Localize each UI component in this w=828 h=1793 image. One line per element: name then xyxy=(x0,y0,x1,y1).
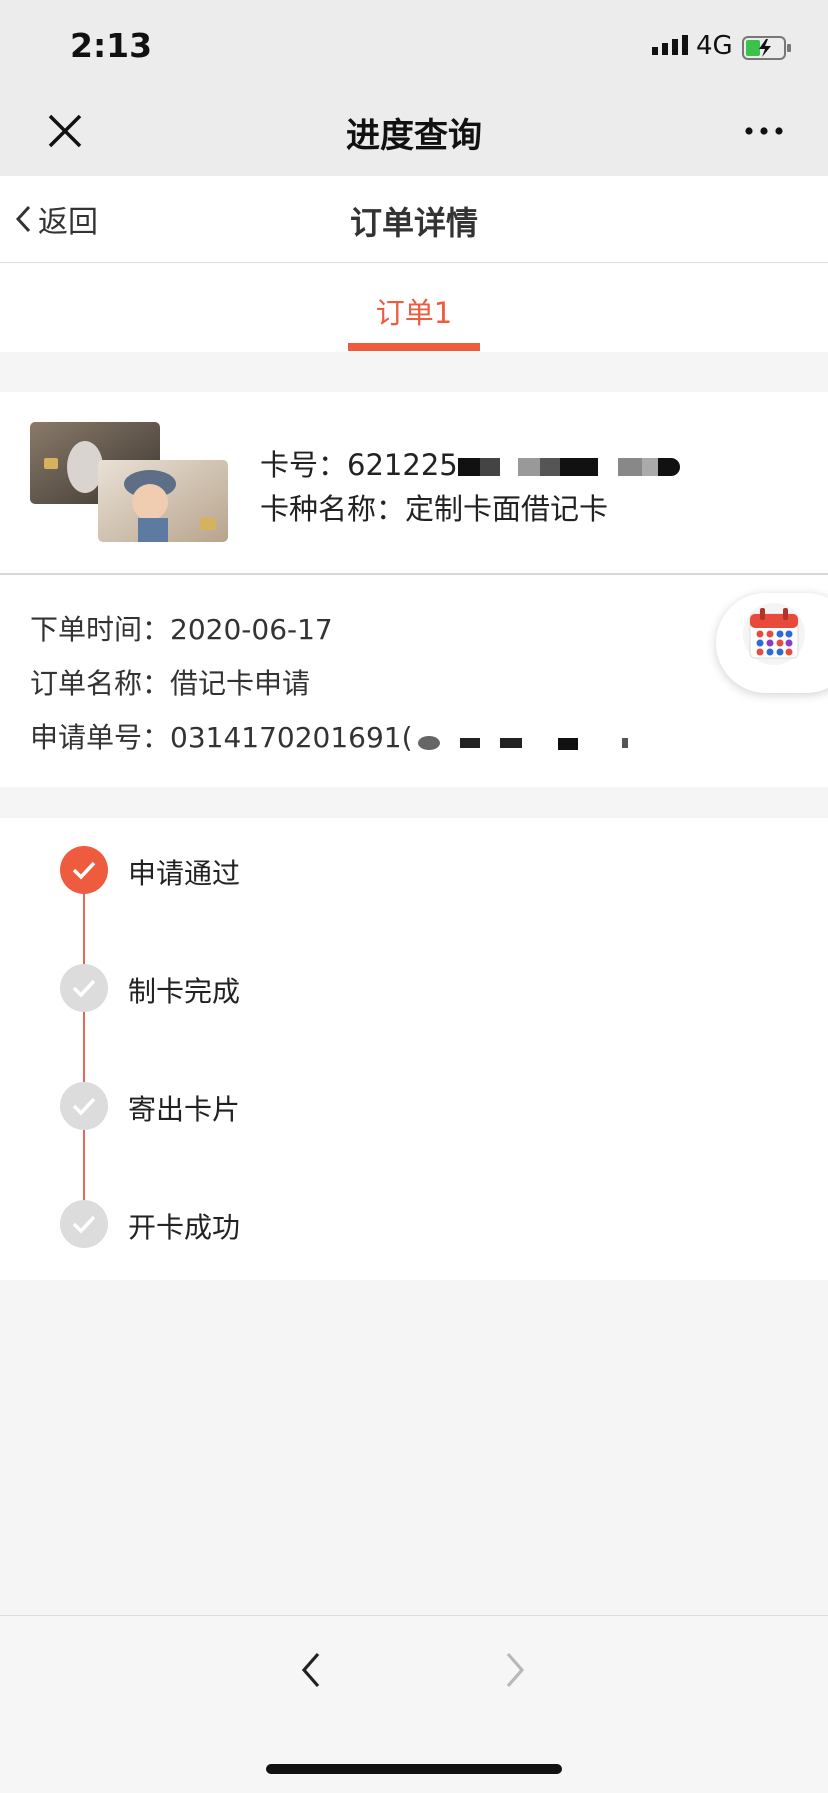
network-type: 4G xyxy=(696,31,733,61)
tab-active-indicator xyxy=(348,343,480,351)
status-time: 2:13 xyxy=(70,26,153,65)
order-time-row: 下单时间：2020-06-17 xyxy=(30,608,333,648)
step-label: 开卡成功 xyxy=(128,1211,241,1244)
card-face-image xyxy=(30,422,228,542)
step-card-made-check-icon xyxy=(60,964,108,1012)
nav-forward-chevron-icon[interactable] xyxy=(500,1650,530,1690)
card-number-value: 621225 xyxy=(347,448,458,482)
card-number-redaction xyxy=(458,458,682,478)
home-indicator xyxy=(266,1764,562,1774)
step-approved-check-icon xyxy=(60,846,108,894)
progress-line xyxy=(83,870,85,1224)
card-number-row: 卡号：621225 xyxy=(260,442,458,484)
card-number-label: 卡号： xyxy=(260,448,348,482)
step-label: 申请通过 xyxy=(128,857,241,890)
page-title: 订单详情 xyxy=(349,204,478,242)
step-shipped-check-icon xyxy=(60,1082,108,1130)
more-icon[interactable] xyxy=(744,121,784,141)
step-activated-check-icon xyxy=(60,1200,108,1248)
card-type-value: 定制卡面借记卡 xyxy=(405,492,609,526)
step-label: 寄出卡片 xyxy=(128,1093,241,1126)
order-id-label: 申请单号： xyxy=(30,721,171,754)
tab-order-1[interactable]: 订单1 xyxy=(348,263,480,352)
order-time-label: 下单时间： xyxy=(30,613,171,646)
card-type-row: 卡种名称：定制卡面借记卡 xyxy=(260,486,608,528)
order-time-value: 2020-06-17 xyxy=(170,613,333,646)
step-label: 制卡完成 xyxy=(128,975,241,1008)
card-type-label: 卡种名称： xyxy=(260,492,406,526)
order-name-value: 借记卡申请 xyxy=(170,667,311,700)
order-name-label: 订单名称： xyxy=(30,667,171,700)
progress-section xyxy=(0,818,828,1280)
order-id-value: 0314170201691( xyxy=(170,721,413,754)
calendar-icon xyxy=(743,603,805,665)
wechat-title: 进度查询 xyxy=(346,116,482,156)
nav-back-chevron-icon[interactable] xyxy=(296,1650,326,1690)
battery-charging-icon xyxy=(742,36,791,60)
signal-icon xyxy=(652,35,688,55)
order-name-row: 订单名称：借记卡申请 xyxy=(30,662,310,702)
tab-label: 订单1 xyxy=(375,296,453,330)
order-id-redaction xyxy=(418,736,632,750)
order-id-row: 申请单号：0314170201691( xyxy=(30,716,413,756)
